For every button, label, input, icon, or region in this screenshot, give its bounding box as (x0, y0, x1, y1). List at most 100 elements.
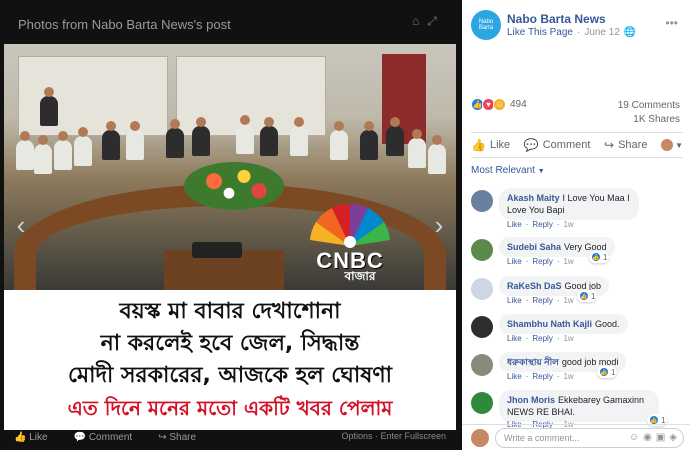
like-button[interactable]: 👍 Like (471, 138, 510, 152)
comment-input-placeholder: Write a comment... (504, 432, 580, 443)
projector (192, 242, 242, 258)
post-as-selector[interactable]: ▼ (661, 139, 683, 151)
viewer-controls: ⌂ ⤢ (412, 14, 448, 30)
share-icon: ↪ (604, 138, 615, 152)
comment-reaction-badge[interactable]: 👍 1 (577, 290, 598, 302)
commenter-name[interactable]: Shambhu Nath Kajli (507, 319, 592, 329)
comment-like-link[interactable]: Like (507, 257, 522, 266)
globe-icon: 🌐 (623, 27, 637, 38)
expand-icon[interactable]: ⤢ (427, 14, 437, 30)
commenter-avatar[interactable] (471, 392, 493, 414)
comments-count[interactable]: 19 Comments (618, 99, 680, 113)
comment-icon: 💬 (523, 138, 539, 152)
comment-like-link[interactable]: Like (507, 334, 522, 343)
comment-time[interactable]: 1w (563, 220, 573, 229)
person (40, 87, 58, 126)
comment-reply-link[interactable]: Reply (532, 257, 552, 266)
like-reaction-icon: 👍 (579, 291, 589, 301)
commenter-name[interactable]: Jhon Moris (507, 395, 555, 405)
person (74, 127, 92, 166)
caption-highlight-line: এত দিনে মনের মতো একটি খবর পেলাম (67, 396, 393, 420)
share-label: Share (618, 139, 648, 151)
photo-options[interactable]: Options · Enter Fullscreen (341, 431, 446, 441)
like-page-link[interactable]: Like This Page (507, 27, 573, 38)
comment-time[interactable]: 1w (563, 372, 573, 381)
user-avatar (471, 428, 489, 447)
comment-like-link[interactable]: Like (507, 372, 522, 381)
comment-reaction-badge[interactable]: 👍 1 (589, 251, 610, 263)
comment-time[interactable]: 1w (563, 334, 573, 343)
comment-button[interactable]: 💬 Comment (524, 138, 591, 152)
comment-time[interactable]: 1w (563, 296, 573, 305)
tag-icon[interactable]: ⌂ (412, 14, 419, 30)
commenter-name[interactable]: ধরুকাস্থায় নীল (507, 357, 559, 367)
person (102, 121, 120, 160)
commenter-avatar[interactable] (471, 190, 493, 212)
commenter-name[interactable]: RaKeSh DaS (507, 281, 562, 291)
comment-time[interactable]: 1w (563, 257, 573, 266)
flower-arrangement (184, 162, 284, 210)
commenter-name[interactable]: Sudebi Saha (507, 242, 561, 252)
like-reaction-icon: 👍 (591, 252, 601, 262)
photo-viewer: Photos from Nabo Barta News's post ⌂ ⤢ C… (0, 0, 462, 450)
person (16, 131, 34, 170)
person (428, 135, 446, 174)
person (330, 121, 348, 160)
person (126, 121, 144, 160)
comment-reply-link[interactable]: Reply (532, 296, 552, 305)
comment-sort-dropdown[interactable]: Most Relevant ▼ (471, 165, 545, 176)
person (166, 119, 184, 158)
photo-comment-button[interactable]: 💬 Comment (74, 432, 133, 443)
comment-reaction-badge[interactable]: 👍 1 (597, 366, 618, 378)
photo-share-button[interactable]: ↪ Share (158, 432, 196, 443)
more-options-icon[interactable]: ••• (665, 16, 678, 30)
person (260, 117, 278, 156)
commenter-avatar[interactable] (471, 278, 493, 300)
comment-label: Comment (542, 139, 591, 151)
post-meta: Like This Page · June 12 🌐 (507, 27, 636, 38)
share-button[interactable]: ↪ Share (604, 138, 647, 152)
sticker-icon[interactable]: ◈ (669, 432, 677, 443)
like-reaction-icon: 👍 (599, 367, 609, 377)
page-name-link[interactable]: Nabo Barta News (507, 12, 606, 26)
chevron-down-icon: ▼ (675, 140, 683, 150)
comment-input[interactable]: Write a comment... ☺ ◉ ▣ ◈ (495, 427, 684, 448)
previous-photo-icon[interactable]: ‹ (12, 212, 30, 238)
comments-panel: Nabo Barta Nabo Barta News Like This Pag… (462, 0, 690, 450)
user-avatar (661, 139, 674, 151)
comment-meta: Like · Reply · 1w (507, 220, 574, 229)
comment-reaction-count: 1 (603, 252, 608, 262)
commenter-avatar[interactable] (471, 239, 493, 261)
commenter-avatar[interactable] (471, 354, 493, 376)
person (290, 117, 308, 156)
person (192, 117, 210, 156)
photo-caption: বয়স্ক মা বাবার দেখাশোনা না করলেই হবে জে… (4, 290, 456, 430)
comment-reaction-count: 1 (591, 291, 596, 301)
camera-icon[interactable]: ◉ (643, 432, 652, 443)
next-photo-icon[interactable]: › (430, 212, 448, 238)
meta-separator: · (576, 27, 581, 38)
shares-count[interactable]: 1K Shares (618, 113, 680, 127)
gif-icon[interactable]: ▣ (656, 432, 665, 443)
comment-reply-link[interactable]: Reply (532, 372, 552, 381)
sort-label: Most Relevant (471, 165, 535, 176)
cnbc-logo-subtext: বাজার (344, 269, 376, 283)
comment-bubble: Akash Maity I Love You Maa I Love You Bap… (499, 188, 639, 220)
photo-like-button[interactable]: 👍 Like (14, 432, 48, 443)
comment-bubble: Shambhu Nath Kajli Good. (499, 314, 628, 334)
comment-like-link[interactable]: Like (507, 220, 522, 229)
page-avatar[interactable]: Nabo Barta (471, 10, 501, 40)
reaction-summary[interactable]: 👍 ♥ ☺ 494 (471, 98, 527, 111)
comment-reply-link[interactable]: Reply (532, 334, 552, 343)
commenter-avatar[interactable] (471, 316, 493, 338)
emoji-icon[interactable]: ☺ (629, 432, 639, 443)
person (34, 135, 52, 174)
comment-meta: Like · Reply · 1w (507, 296, 574, 305)
commenter-name[interactable]: Akash Maity (507, 193, 560, 203)
engagement-counts: 19 Comments 1K Shares (618, 99, 680, 127)
comment-reply-link[interactable]: Reply (532, 220, 552, 229)
post-action-bar: 👍 Like 💬 Comment ↪ Share ▼ (471, 132, 683, 158)
person (54, 131, 72, 170)
comment-like-link[interactable]: Like (507, 296, 522, 305)
post-date[interactable]: June 12 (584, 27, 620, 38)
